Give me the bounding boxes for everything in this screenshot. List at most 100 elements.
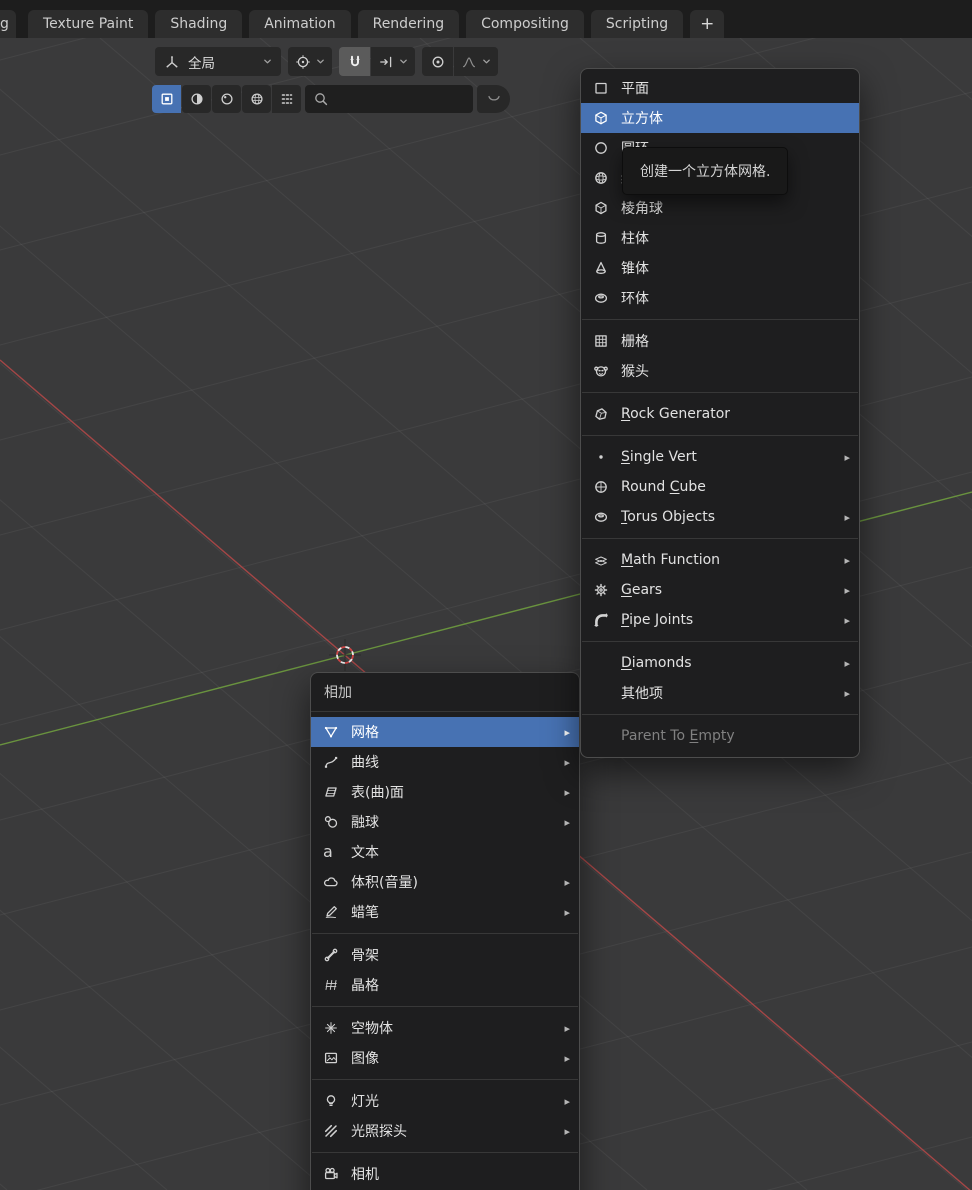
grease-pencil-icon bbox=[323, 904, 351, 920]
viewport-header-row1: 全局 bbox=[155, 47, 498, 76]
workspace-tab-g[interactable]: g bbox=[0, 10, 16, 38]
menu-item-label: Math Function bbox=[621, 552, 721, 568]
submenu-arrow-icon: ▸ bbox=[564, 1021, 570, 1035]
cube-icon bbox=[593, 110, 621, 126]
menu-item-label: 融球 bbox=[351, 815, 379, 831]
chevron-down-icon bbox=[482, 57, 491, 66]
add-menu-item-row-11[interactable]: 空物体 ▸ bbox=[311, 1013, 579, 1043]
metaball-icon bbox=[323, 814, 351, 830]
viewport-header-row2 bbox=[152, 85, 510, 113]
add-menu-item-row-6[interactable]: 蜡笔 ▸ bbox=[311, 897, 579, 927]
menu-item-label: Single Vert bbox=[621, 449, 697, 465]
menu-item-label: 其他项 bbox=[621, 686, 663, 702]
workspace-tab-animation[interactable]: Animation bbox=[249, 10, 351, 38]
add-menu-item-row-2[interactable]: 表(曲)面 ▸ bbox=[311, 777, 579, 807]
transform-orientation-dropdown-label: 全局 bbox=[188, 55, 215, 72]
mesh-menu-item-single-vert[interactable]: Single Vert ▸ bbox=[581, 442, 859, 472]
proportional-editing-toggle[interactable] bbox=[422, 47, 453, 76]
overlay-stamp-button[interactable] bbox=[272, 85, 301, 113]
tweak-select-button[interactable] bbox=[152, 85, 181, 113]
chevron-down-icon bbox=[399, 57, 408, 66]
proportional-falloff-dropdown[interactable] bbox=[454, 47, 498, 76]
sphere-material-icon bbox=[219, 91, 235, 107]
search-input[interactable] bbox=[335, 90, 465, 108]
mesh-menu-item-diamonds[interactable]: Diamonds ▸ bbox=[581, 648, 859, 678]
new-workspace-button[interactable]: + bbox=[690, 10, 725, 38]
mesh-menu-item-round-cube[interactable]: Round Cube bbox=[581, 472, 859, 502]
mesh-menu-separator bbox=[581, 386, 859, 399]
submenu-arrow-icon: ▸ bbox=[844, 553, 850, 567]
mesh-menu-item-row-9[interactable]: 栅格 bbox=[581, 326, 859, 356]
shading-texture-button[interactable] bbox=[242, 85, 271, 113]
add-menu-item-row-17[interactable]: 相机 bbox=[311, 1159, 579, 1189]
pipe-icon bbox=[593, 612, 621, 628]
add-menu-item-row-15[interactable]: 光照探头 ▸ bbox=[311, 1116, 579, 1146]
menu-item-label: 柱体 bbox=[621, 231, 649, 247]
topbar: g Texture Paint Shading Animation Rendering C… bbox=[0, 0, 972, 38]
add-menu-item-row-1[interactable]: 曲线 ▸ bbox=[311, 747, 579, 777]
add-menu-item-row-8[interactable]: 骨架 bbox=[311, 940, 579, 970]
add-menu: 相加 网格 ▸ 曲线 ▸ 表(曲)面 ▸ 融球 ▸ a 文本 体积(音量) ▸ 蜡笔 ▸ 骨架 晶格 空物体 ▸ 图… bbox=[310, 672, 580, 1190]
tool-group: 全局 bbox=[155, 47, 281, 76]
chevron-down-icon bbox=[263, 57, 272, 66]
mesh-menu-item-row-0[interactable]: 平面 bbox=[581, 73, 859, 103]
mesh-menu-item-pipe-joints[interactable]: Pipe Joints ▸ bbox=[581, 605, 859, 635]
mesh-menu-item-row-1[interactable]: 立方体 bbox=[581, 103, 859, 133]
workspace-tab-shading[interactable]: Shading bbox=[155, 10, 243, 38]
mesh-menu-item-row-6[interactable]: 锥体 bbox=[581, 253, 859, 283]
gears-icon bbox=[593, 582, 621, 598]
shading-solid-button[interactable] bbox=[182, 85, 211, 113]
submenu-arrow-icon: ▸ bbox=[844, 450, 850, 464]
submenu-arrow-icon: ▸ bbox=[564, 1124, 570, 1138]
tooltip: 创建一个立方体网格. bbox=[622, 147, 789, 195]
snap-settings-dropdown[interactable] bbox=[371, 47, 415, 76]
mesh-menu-item-row-23[interactable]: 其他项 ▸ bbox=[581, 678, 859, 708]
search-box[interactable] bbox=[305, 85, 473, 113]
submenu-arrow-icon: ▸ bbox=[564, 815, 570, 829]
menu-item-label: 平面 bbox=[621, 81, 649, 97]
circle-icon bbox=[593, 140, 621, 156]
mesh-menu-item-row-5[interactable]: 柱体 bbox=[581, 223, 859, 253]
mesh-menu-item-row-4[interactable]: 棱角球 bbox=[581, 193, 859, 223]
submenu-arrow-icon: ▸ bbox=[844, 510, 850, 524]
add-menu-item-row-14[interactable]: 灯光 ▸ bbox=[311, 1086, 579, 1116]
mesh-menu-separator bbox=[581, 532, 859, 545]
mesh-menu-item-math-function[interactable]: Math Function ▸ bbox=[581, 545, 859, 575]
mesh-menu-item-gears[interactable]: Gears ▸ bbox=[581, 575, 859, 605]
mesh-menu-item-row-7[interactable]: 环体 bbox=[581, 283, 859, 313]
add-menu-item-row-4[interactable]: a 文本 bbox=[311, 837, 579, 867]
menu-item-label: Round Cube bbox=[621, 479, 706, 495]
add-menu-separator bbox=[311, 1000, 579, 1013]
pivot-point-dropdown[interactable] bbox=[288, 47, 332, 76]
mesh-menu-item-rock-generator[interactable]: Rock Generator bbox=[581, 399, 859, 429]
mesh-menu-item-row-10[interactable]: 猴头 bbox=[581, 356, 859, 386]
volume-icon bbox=[323, 874, 351, 890]
add-menu-item-row-0[interactable]: 网格 ▸ bbox=[311, 717, 579, 747]
workspace-tab-rendering[interactable]: Rendering bbox=[357, 10, 460, 38]
transform-orientation-dropdown[interactable]: 全局 bbox=[155, 47, 281, 76]
workspace-tab-scripting[interactable]: Scripting bbox=[590, 10, 684, 38]
add-menu-separator bbox=[311, 1073, 579, 1086]
add-menu-item-row-5[interactable]: 体积(音量) ▸ bbox=[311, 867, 579, 897]
workspace-tabs: g Texture Paint Shading Animation Rendering C… bbox=[0, 10, 690, 38]
mesh-menu-item-torus-objects[interactable]: Torus Objects ▸ bbox=[581, 502, 859, 532]
menu-item-label: Rock Generator bbox=[621, 406, 731, 422]
workspace-tab-compositing[interactable]: Compositing bbox=[466, 10, 584, 38]
add-menu-item-row-12[interactable]: 图像 ▸ bbox=[311, 1043, 579, 1073]
add-menu-item-row-3[interactable]: 融球 ▸ bbox=[311, 807, 579, 837]
add-menu-item-row-9[interactable]: 晶格 bbox=[311, 970, 579, 1000]
submenu-arrow-icon: ▸ bbox=[564, 785, 570, 799]
add-menu-title: 相加 bbox=[311, 673, 579, 712]
menu-item-label: 网格 bbox=[351, 725, 379, 741]
snap-toggle-button[interactable] bbox=[339, 47, 370, 76]
mesh-menu-separator bbox=[581, 708, 859, 721]
surface-icon bbox=[323, 784, 351, 800]
filter-pill-button[interactable] bbox=[477, 85, 510, 113]
menu-item-label: 棱角球 bbox=[621, 201, 663, 217]
single-vert-icon bbox=[593, 449, 621, 465]
add-menu-separator bbox=[311, 927, 579, 940]
menu-item-label: 文本 bbox=[351, 845, 379, 861]
add-menu-items: 网格 ▸ 曲线 ▸ 表(曲)面 ▸ 融球 ▸ a 文本 体积(音量) ▸ 蜡笔 ▸ 骨架 晶格 空物体 ▸ 图像 ▸ 灯… bbox=[311, 717, 579, 1189]
workspace-tab-texture-paint[interactable]: Texture Paint bbox=[28, 10, 149, 38]
shading-material-button[interactable] bbox=[212, 85, 241, 113]
